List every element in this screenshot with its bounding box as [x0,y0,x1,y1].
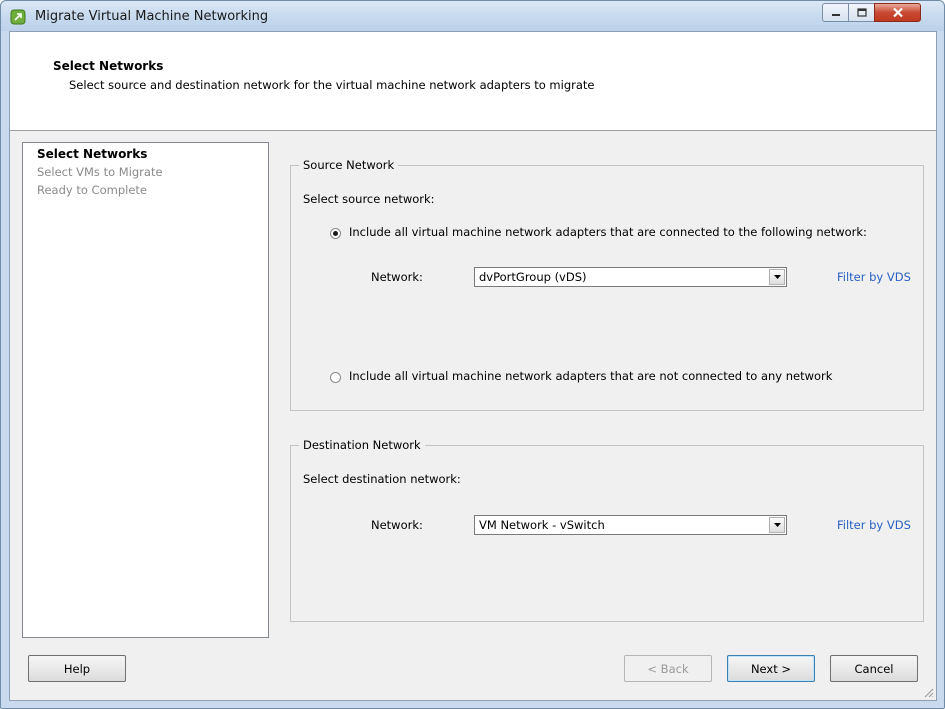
radio-connected[interactable] [330,228,341,239]
dialog-window: Migrate Virtual Machine Networking Selec… [0,0,945,709]
source-network-label: Network: [371,270,423,284]
source-network-value: dvPortGroup (vDS) [479,270,587,284]
source-filter-by-vds-link[interactable]: Filter by VDS [837,270,911,284]
header-subtitle: Select source and destination network fo… [69,78,595,92]
resize-grip-icon[interactable] [922,686,934,698]
window-title: Migrate Virtual Machine Networking [35,9,269,24]
radio-not-connected[interactable] [330,372,341,383]
option-connected-label[interactable]: Include all virtual machine network adap… [349,225,867,239]
destination-network-prompt: Select destination network: [303,472,461,486]
source-network-prompt: Select source network: [303,192,435,206]
source-network-group: Source Network Select source network: In… [290,158,924,411]
source-network-legend: Source Network [299,158,399,172]
title-bar[interactable]: Migrate Virtual Machine Networking [1,1,944,31]
close-button[interactable] [874,3,921,22]
minimize-icon [831,13,840,16]
minimize-button[interactable] [822,3,849,22]
cancel-button[interactable]: Cancel [830,655,918,682]
destination-network-value: VM Network - vSwitch [479,518,605,532]
header-title: Select Networks [53,59,164,73]
destination-filter-by-vds-link[interactable]: Filter by VDS [837,518,911,532]
next-button[interactable]: Next > [727,655,815,682]
destination-network-select[interactable]: VM Network - vSwitch [474,515,787,535]
step-select-vms: Select VMs to Migrate [37,165,163,179]
help-button[interactable]: Help [28,655,126,682]
dialog-client-area: Select Networks Select source and destin… [9,31,937,701]
option-not-connected-label[interactable]: Include all virtual machine network adap… [349,369,832,383]
wizard-steps-panel: Select Networks Select VMs to Migrate Re… [22,142,269,638]
close-icon [892,7,903,18]
vsphere-app-icon [10,9,26,25]
destination-network-legend: Destination Network [299,438,425,452]
back-button[interactable]: < Back [624,655,712,682]
destination-network-group: Destination Network Select destination n… [290,438,924,622]
step-ready-to-complete: Ready to Complete [37,183,147,197]
source-network-select[interactable]: dvPortGroup (vDS) [474,267,787,287]
destination-network-label: Network: [371,518,423,532]
wizard-header: Select Networks Select source and destin… [10,32,936,131]
maximize-icon [856,8,867,17]
chevron-down-icon[interactable] [769,517,785,533]
maximize-button[interactable] [848,3,875,22]
chevron-down-icon[interactable] [769,269,785,285]
step-select-networks: Select Networks [37,147,148,161]
